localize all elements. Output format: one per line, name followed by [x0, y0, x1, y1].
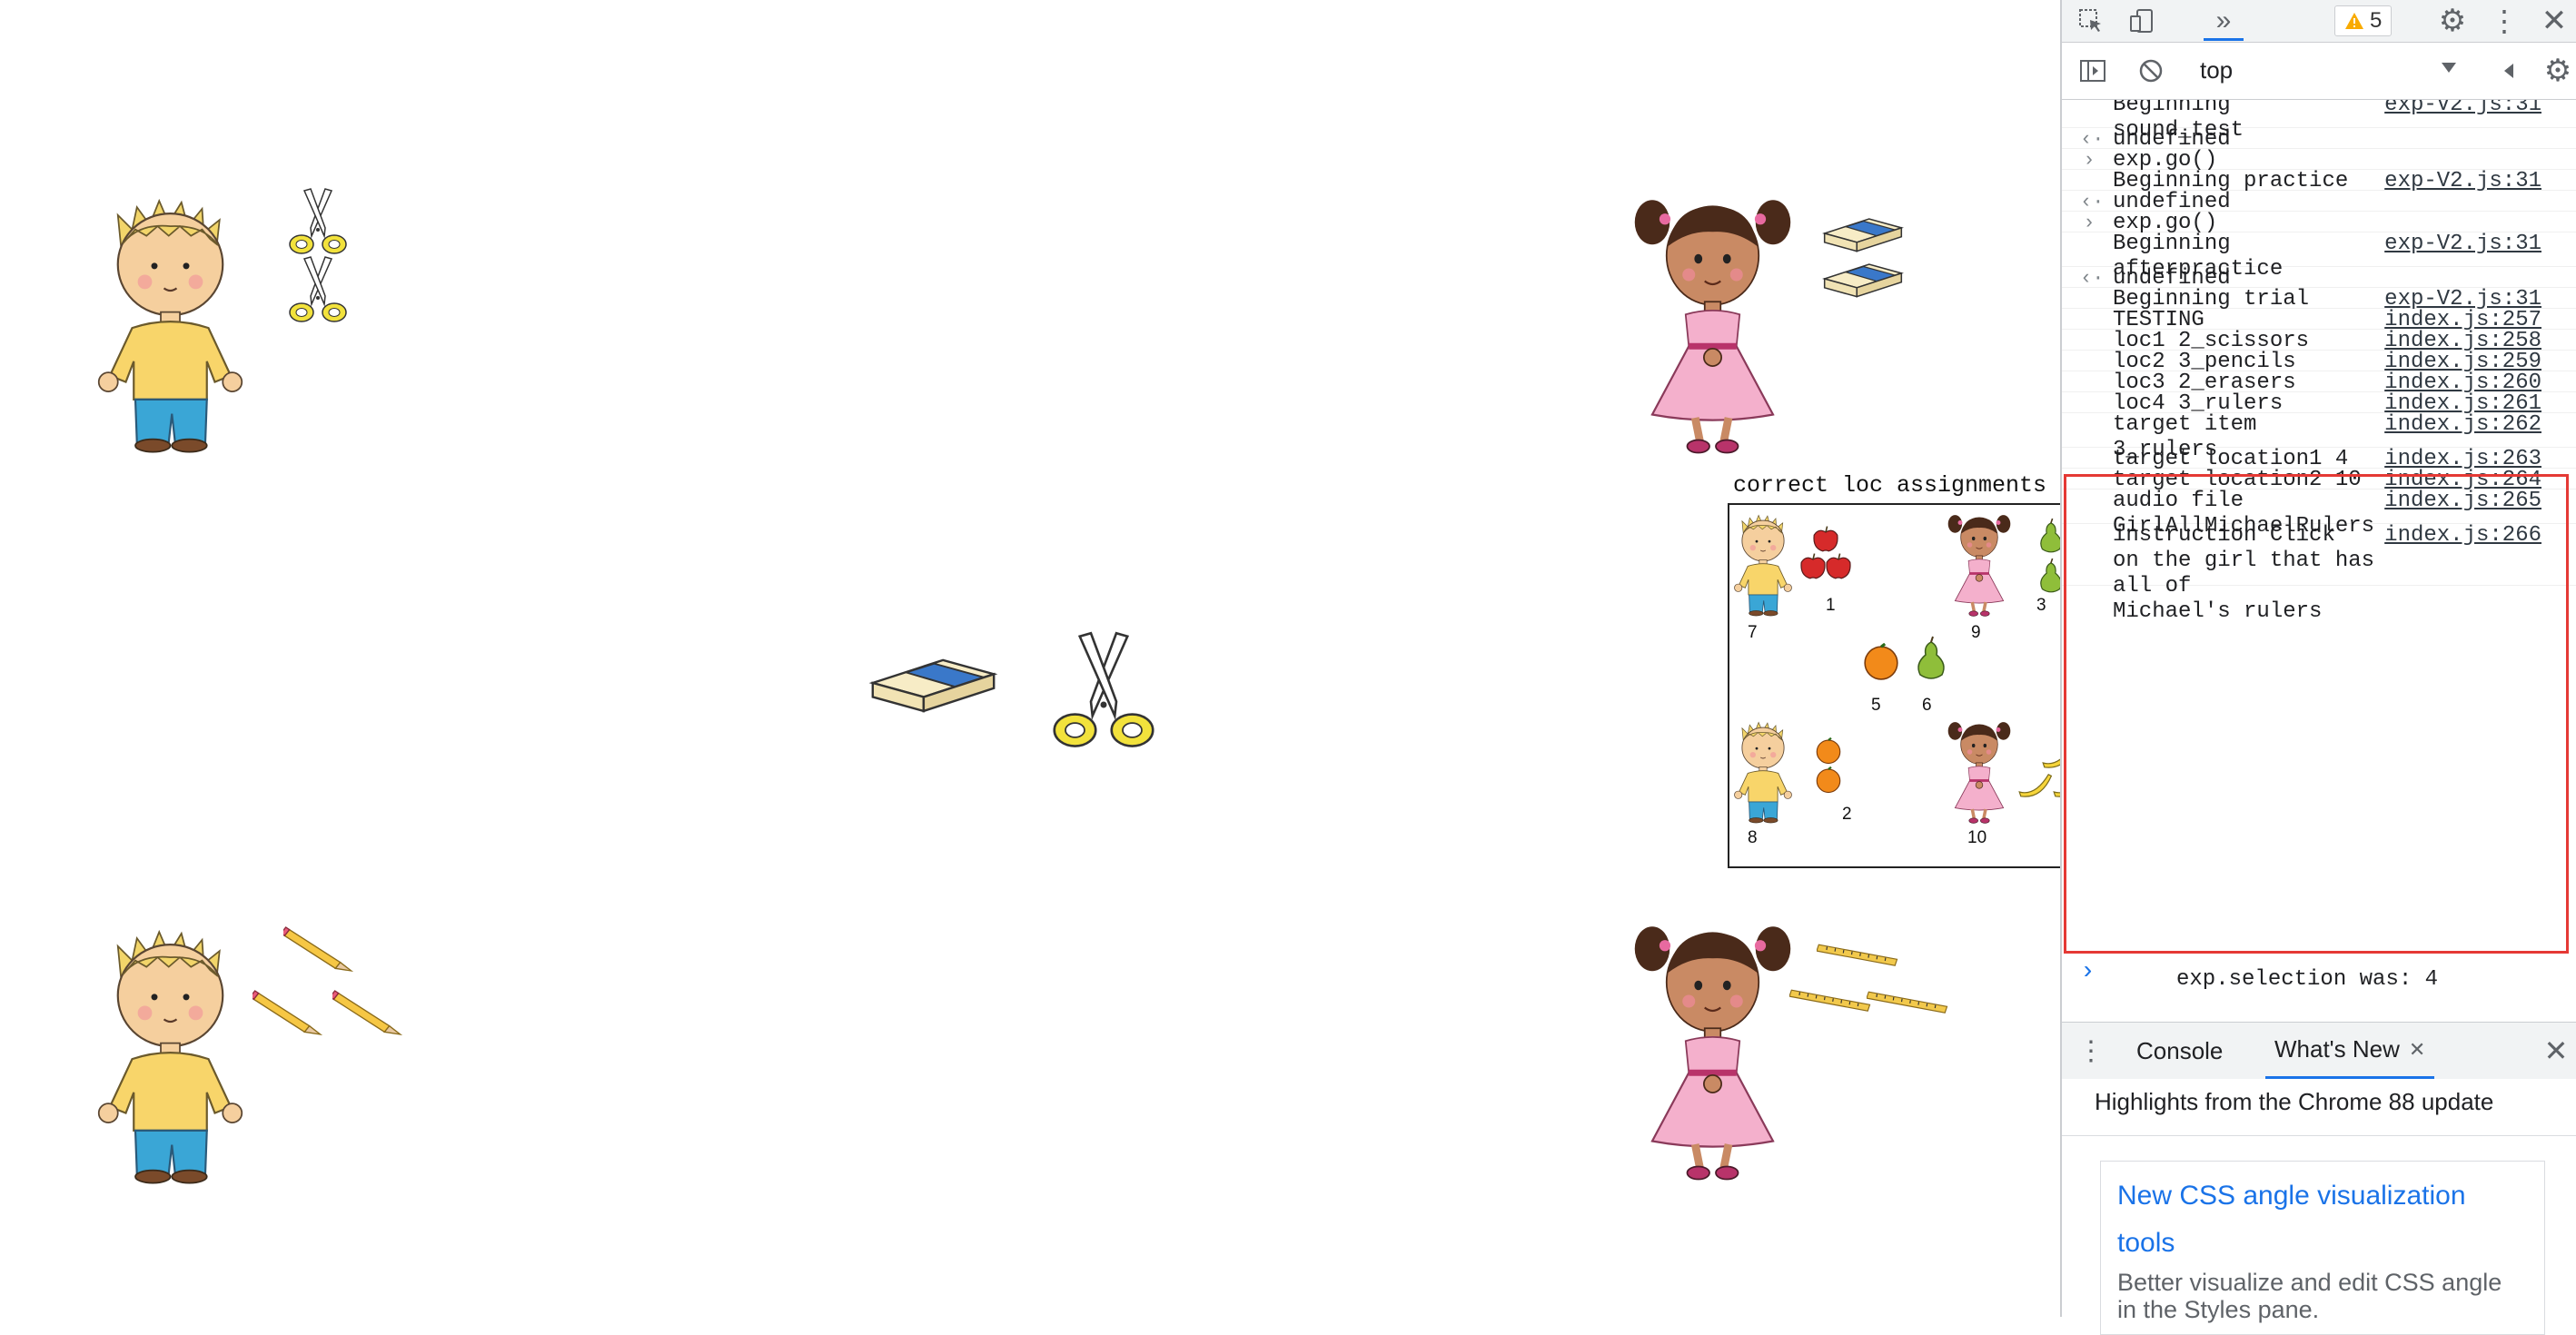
loc-number: 9: [1971, 623, 1981, 642]
loc-number: 7: [1748, 623, 1758, 642]
eraser-item: [1821, 211, 1905, 256]
device-toolbar-icon[interactable]: [2125, 5, 2158, 36]
more-tabs-icon[interactable]: »: [2204, 4, 2244, 41]
loc-number: 8: [1748, 828, 1758, 847]
collapse-arrow-icon[interactable]: [2498, 57, 2520, 84]
console-row: ‹· undefined: [2062, 266, 2576, 291]
key-box: 1 3 5 6 7 9 2 4 8 10: [1728, 503, 2060, 868]
loc-number: 2: [1842, 805, 1852, 824]
pear-icon: [2036, 558, 2060, 596]
console-row: target location1 4 index.js:263: [2062, 447, 2576, 471]
warning-count: 5: [2370, 8, 2383, 33]
tab-whats-new-label: What's New: [2274, 1035, 2400, 1063]
console-row: target item 3_rulers index.js:262: [2062, 412, 2576, 462]
orange-icon: [1815, 766, 1842, 794]
console-source-link[interactable]: exp-V2.js:31: [2384, 232, 2541, 257]
orange-icon: [1862, 643, 1900, 681]
pear-icon: [1913, 636, 1949, 683]
highlight-annotation: [2064, 474, 2569, 954]
console-row: Beginning trial exp-V2.js:31: [2062, 287, 2576, 312]
console-row: TESTING index.js:257: [2062, 308, 2576, 332]
console-prompt[interactable]: › exp.selection was: 4: [2062, 958, 2576, 1013]
apple-icon: [1824, 552, 1853, 581]
loc-number: 6: [1922, 696, 1932, 715]
console-row: ‹· undefined: [2062, 127, 2576, 152]
feature-card[interactable]: New CSS angle visualization tools Better…: [2100, 1161, 2545, 1335]
boy-bottom-left[interactable]: [91, 908, 250, 1199]
loc-number: 1: [1826, 596, 1836, 615]
scissors-item: [1035, 628, 1172, 756]
drawer-menu-icon[interactable]: ⋮: [2077, 1033, 2105, 1068]
close-tab-icon[interactable]: ✕: [2409, 1038, 2425, 1062]
prompt-chevron-icon: ›: [2080, 958, 2095, 986]
divider: [2062, 1135, 2576, 1136]
kebab-menu-icon[interactable]: ⋮: [2490, 4, 2519, 38]
close-drawer-icon[interactable]: ✕: [2540, 1033, 2572, 1068]
console-row: Beginning sound_test exp-V2.js:31: [2062, 100, 2576, 143]
eraser-item: [867, 647, 999, 719]
pear-icon: [2036, 518, 2060, 556]
tab-console[interactable]: Console: [2136, 1023, 2223, 1079]
key-girl-top: [1947, 505, 2011, 623]
console-source-link[interactable]: exp-V2.js:31: [2384, 100, 2541, 118]
devtools-panel: » 5 ⚙ ⋮ ✕ top ⚙ Beginning sound_test exp-…: [2060, 0, 2576, 1335]
console-row: ‹· undefined: [2062, 190, 2576, 214]
highlights-heading: Highlights from the Chrome 88 update: [2095, 1088, 2494, 1115]
loc-number: 10: [1967, 828, 1987, 847]
feature-description: Better visualize and edit CSS angle in t…: [2117, 1269, 2502, 1323]
banana-icon: [2051, 770, 2060, 799]
ruler-item: [1789, 981, 1873, 1017]
tab-whats-new[interactable]: What's New ✕: [2265, 1023, 2435, 1079]
inspect-element-icon[interactable]: [2075, 5, 2107, 36]
clear-console-icon[interactable]: [2135, 55, 2167, 86]
eraser-item: [1821, 256, 1905, 302]
ruler-item: [1817, 935, 1900, 972]
drawer-tabbar: ⋮ Console What's New ✕ ✕: [2062, 1022, 2576, 1080]
pencil-item: [283, 922, 356, 976]
devtools-toolbar: » 5 ⚙ ⋮ ✕: [2062, 0, 2576, 43]
pencil-item: [253, 985, 325, 1040]
key-boy-top: [1731, 505, 1795, 623]
whats-new-panel: Highlights from the Chrome 88 update New…: [2062, 1079, 2576, 1335]
experiment-page: correct loc assignments 1 3 5 6 7 9 2 8 …: [0, 0, 2060, 1317]
context-select[interactable]: top: [2200, 54, 2445, 86]
girl-bottom-right[interactable]: [1633, 904, 1792, 1194]
console-toolbar: top ⚙: [2062, 43, 2576, 100]
loc-number: 5: [1871, 696, 1881, 715]
ruler-item: [1867, 983, 1950, 1019]
banana-icon: [2016, 770, 2053, 799]
sidebar-toggle-icon[interactable]: [2076, 55, 2109, 86]
console-row: › exp.go(): [2062, 211, 2576, 235]
console-row: Beginning practice exp-V2.js:31: [2062, 169, 2576, 193]
settings-gear-icon[interactable]: ⚙: [2434, 4, 2471, 38]
console-source-link[interactable]: index.js:262: [2384, 412, 2541, 438]
scissors-item: [277, 186, 359, 259]
console-row: › exp.go(): [2062, 148, 2576, 173]
console-settings-icon[interactable]: ⚙: [2540, 54, 2576, 88]
girl-top-right[interactable]: [1633, 177, 1792, 468]
loc-assignments-key: correct loc assignments 1 3 5 6 7 9 2 8 …: [1726, 472, 2060, 868]
key-title: correct loc assignments: [1733, 472, 2047, 499]
console-row: loc1 2_scissors index.js:258: [2062, 329, 2576, 353]
warnings-badge[interactable]: 5: [2334, 5, 2393, 36]
chevron-down-icon: [2442, 63, 2456, 73]
apple-icon: [1811, 525, 1840, 554]
pencil-item: [332, 985, 405, 1040]
selection-output: exp.selection was: 4: [2176, 967, 2439, 992]
feature-link[interactable]: New CSS angle visualization tools: [2117, 1172, 2517, 1267]
scissors-item: [277, 254, 359, 327]
key-boy-bottom: [1731, 712, 1795, 830]
loc-number: 3: [2036, 596, 2046, 615]
warning-icon: [2345, 13, 2363, 29]
boy-top-left[interactable]: [91, 177, 250, 468]
console-row: loc4 3_rulers index.js:261: [2062, 391, 2576, 416]
key-girl-bottom: [1947, 712, 2011, 830]
banana-icon: [2040, 741, 2060, 770]
console-row: loc2 3_pencils index.js:259: [2062, 350, 2576, 374]
close-devtools-icon[interactable]: ✕: [2536, 4, 2572, 38]
console-row: loc3 2_erasers index.js:260: [2062, 371, 2576, 395]
console-row: Beginning afterpractice exp-V2.js:31: [2062, 232, 2576, 282]
orange-icon: [1815, 737, 1842, 765]
